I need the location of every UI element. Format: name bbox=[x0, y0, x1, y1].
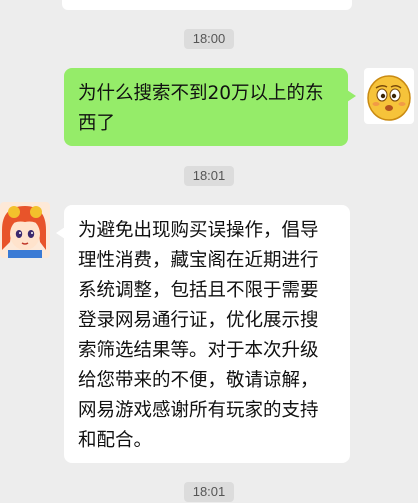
timestamp: 18:00 bbox=[0, 28, 418, 50]
outgoing-message-bubble[interactable]: 为什么搜索不到20万以上的东西了 bbox=[64, 68, 356, 146]
anime-girl-avatar-icon bbox=[0, 202, 50, 258]
incoming-message-bubble[interactable]: 为避免出现购买误操作，倡导理性消费，藏宝阁在近期进行系统调整，包括且不限于需要登… bbox=[56, 205, 350, 463]
service-avatar[interactable] bbox=[0, 202, 50, 258]
message-text: 为什么搜索不到20万以上的东西了 bbox=[78, 83, 324, 134]
message-text: 为避免出现购买误操作，倡导理性消费，藏宝阁在近期进行系统调整，包括且不限于需要登… bbox=[78, 220, 319, 451]
previous-message-bubble[interactable] bbox=[62, 0, 352, 10]
timestamp-label: 18:00 bbox=[183, 29, 235, 49]
timestamp: 18:01 bbox=[0, 165, 418, 187]
emoji-face-icon bbox=[364, 68, 414, 124]
timestamp-label: 18:01 bbox=[183, 166, 235, 186]
user-avatar[interactable] bbox=[364, 68, 414, 124]
timestamp-label: 18:01 bbox=[183, 482, 235, 502]
